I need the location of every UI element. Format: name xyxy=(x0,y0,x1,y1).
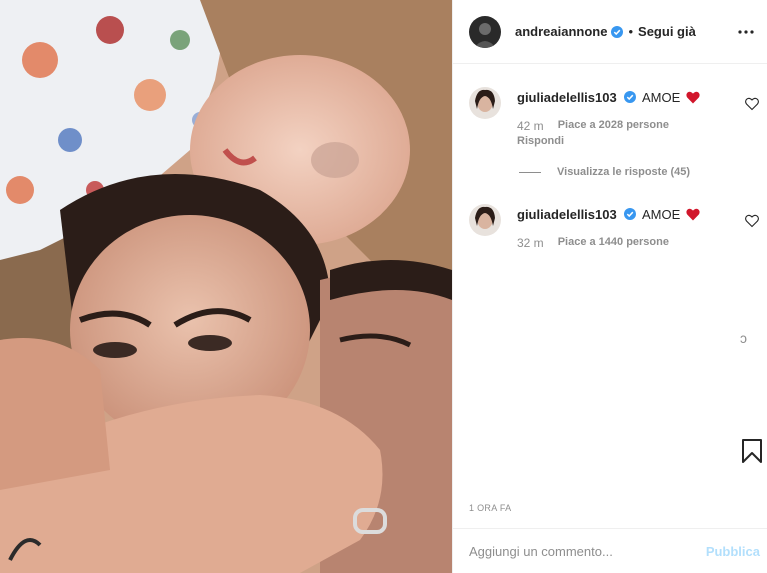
comment-time[interactable]: 42 m xyxy=(517,119,544,133)
post-side-panel: andreaiannone • Segui già giuliadelellis… xyxy=(452,0,767,573)
replies-divider-line xyxy=(519,171,541,173)
commenter-avatar[interactable] xyxy=(469,204,501,236)
commenter-username[interactable]: giuliadelellis103 xyxy=(517,207,617,222)
red-heart-emoji-icon xyxy=(686,208,700,221)
verified-badge-icon xyxy=(624,91,637,103)
following-button[interactable]: Segui già xyxy=(638,24,696,39)
reply-button[interactable]: Rispondi xyxy=(517,135,737,147)
author-avatar[interactable] xyxy=(469,15,501,48)
add-comment-bar: Pubblica xyxy=(453,528,767,573)
view-replies-button[interactable]: Visualizza le risposte (45) xyxy=(519,166,690,178)
post-header: andreaiannone • Segui già xyxy=(453,0,767,64)
commenter-avatar[interactable] xyxy=(469,87,501,119)
post-timestamp[interactable]: 1 ORA FA xyxy=(469,503,511,513)
comment-text: AMOE xyxy=(641,90,681,105)
red-heart-emoji-icon xyxy=(686,91,700,104)
view-replies-label: Visualizza le risposte (45) xyxy=(557,166,691,178)
comment-likes[interactable]: Piace a 2028 persone xyxy=(558,119,669,133)
author-username[interactable]: andreaiannone xyxy=(515,24,607,39)
post-photo[interactable] xyxy=(0,0,452,573)
header-separator: • xyxy=(628,24,634,39)
post-photo-image xyxy=(0,0,452,573)
comment-likes[interactable]: Piace a 1440 persone xyxy=(558,236,669,250)
comment-text: AMOE xyxy=(641,207,681,222)
comment-item: giuliadelellis103 AMOE 32 m Piace a 1440… xyxy=(469,204,759,264)
more-options-icon[interactable] xyxy=(736,22,756,42)
publish-button[interactable]: Pubblica xyxy=(706,544,760,559)
bookmark-save-icon[interactable] xyxy=(741,438,763,464)
comment-time[interactable]: 32 m xyxy=(517,236,544,250)
comment-item: giuliadelellis103 AMOE 42 m Piace a 2028… xyxy=(469,87,759,157)
verified-badge-icon xyxy=(611,25,624,38)
commenter-username[interactable]: giuliadelellis103 xyxy=(517,90,617,105)
comment-like-heart-icon[interactable] xyxy=(745,214,759,228)
verified-badge-icon xyxy=(624,208,637,220)
comment-input[interactable] xyxy=(469,543,706,559)
loading-indicator: ↄ xyxy=(740,330,747,346)
comment-like-heart-icon[interactable] xyxy=(745,97,759,111)
